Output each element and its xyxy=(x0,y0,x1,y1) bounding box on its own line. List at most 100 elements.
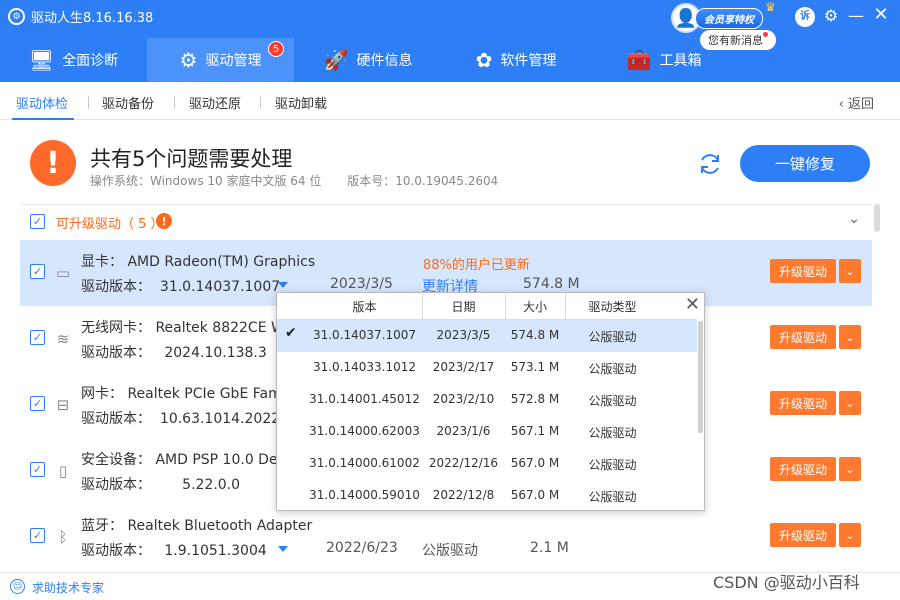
device-name: 无线网卡： Realtek 8822CE W xyxy=(81,320,285,336)
chevron-down-icon[interactable]: ⌄ xyxy=(839,325,861,349)
warning-icon: ! xyxy=(30,140,76,186)
nav-item-hardware-info[interactable]: 🚀 硬件信息 xyxy=(294,38,442,82)
option-version: 31.0.14001.45012 xyxy=(309,392,420,406)
option-version: 31.0.14033.1012 xyxy=(312,360,417,374)
option-size: 573.1 M xyxy=(510,360,560,374)
app-logo-icon: ⚙ xyxy=(8,8,25,25)
popup-scrollbar[interactable] xyxy=(698,321,703,433)
device-checkbox[interactable]: ✓ xyxy=(30,462,45,477)
tab-driver-check[interactable]: 驱动体检 xyxy=(16,93,68,112)
watermark: CSDN @驱动小百科 xyxy=(713,573,860,592)
upgrade-driver-button[interactable]: 升级驱动 xyxy=(770,523,836,547)
device-name: 安全设备： AMD PSP 10.0 De xyxy=(81,452,278,468)
driver-size: 574.8 M xyxy=(523,276,580,292)
device-checkbox[interactable]: ✓ xyxy=(30,396,45,411)
option-size: 567.0 M xyxy=(510,488,560,502)
upgradable-section-header[interactable]: ✓ 可升级驱动（ 5 ） ! ⌄ xyxy=(20,204,872,236)
version-option-row[interactable]: 31.0.14001.45012 2023/2/10 572.8 M 公版驱动 xyxy=(277,384,697,416)
chevron-down-icon[interactable]: ⌄ xyxy=(848,211,860,227)
complaint-button[interactable]: 诉 xyxy=(795,7,815,27)
option-size: 567.1 M xyxy=(510,424,560,438)
upgrade-driver-button[interactable]: 升级驱动 xyxy=(770,391,836,415)
version-option-row[interactable]: 31.0.14000.62003 2023/1/6 567.1 M 公版驱动 xyxy=(277,416,697,448)
version-option-row[interactable]: ✔ 31.0.14037.1007 2023/3/5 574.8 M 公版驱动 xyxy=(277,320,697,352)
option-version: 31.0.14037.1007 xyxy=(312,328,417,342)
option-type: 公版驱动 xyxy=(588,394,637,408)
version-option-row[interactable]: 31.0.14000.61002 2022/12/16 567.0 M 公版驱动 xyxy=(277,448,697,480)
version-option-row[interactable]: 31.0.14033.1012 2023/2/17 573.1 M 公版驱动 xyxy=(277,352,697,384)
refresh-icon[interactable] xyxy=(696,150,724,178)
bluetooth-icon: ᛒ xyxy=(58,528,68,546)
tab-driver-restore[interactable]: 驱动还原 xyxy=(189,93,241,112)
nav-item-toolbox[interactable]: 🧰 工具箱 xyxy=(590,38,738,82)
nav-badge: 5 xyxy=(268,41,284,57)
section-checkbox[interactable]: ✓ xyxy=(30,214,45,229)
tab-divider xyxy=(174,96,175,109)
toolbox-icon: 🧰 xyxy=(626,48,652,72)
column-header-version: 版本 xyxy=(352,300,377,314)
device-name: 显卡： AMD Radeon(TM) Graphics xyxy=(81,254,316,270)
close-icon[interactable]: ✕ xyxy=(871,4,891,25)
chevron-down-icon[interactable]: ⌄ xyxy=(839,457,861,481)
upgrade-driver-button[interactable]: 升级驱动 xyxy=(770,457,836,481)
close-icon[interactable]: ✕ xyxy=(685,294,700,315)
device-version: 驱动版本： 31.0.14037.1007 xyxy=(81,279,281,295)
help-expert-link[interactable]: 求助技术专家 xyxy=(32,579,104,596)
upgrade-driver-button[interactable]: 升级驱动 xyxy=(770,325,836,349)
minimize-icon[interactable]: — xyxy=(846,6,866,25)
upgrade-driver-button[interactable]: 升级驱动 xyxy=(770,259,836,283)
nav-item-diagnosis[interactable]: 🖥 全面诊断 xyxy=(0,38,147,82)
gear-icon: ⚙ xyxy=(179,48,198,72)
column-header-size: 大小 xyxy=(522,300,547,314)
wifi-icon: ≋ xyxy=(56,330,70,348)
option-size: 572.8 M xyxy=(510,392,560,406)
sub-tabs: 驱动体检 驱动备份 驱动还原 驱动卸载 ‹ 返回 xyxy=(0,82,900,120)
nav-item-driver-management[interactable]: ⚙ 驱动管理 5 xyxy=(147,38,294,82)
version-option-row[interactable]: 31.0.14000.59010 2022/12/8 567.0 M 公版驱动 xyxy=(277,480,697,512)
rocket-icon: 🚀 xyxy=(323,48,349,72)
section-label: 可升级驱动（ 5 ） xyxy=(56,217,164,232)
back-button[interactable]: ‹ 返回 xyxy=(839,93,874,112)
monitor-icon: 🖥 xyxy=(28,48,55,72)
chevron-left-icon: ‹ xyxy=(838,97,848,112)
option-version: 31.0.14000.62003 xyxy=(309,424,420,438)
column-header-type: 驱动类型 xyxy=(588,300,637,314)
vip-area[interactable]: 👤 会员享特权 ♛ xyxy=(671,0,776,33)
settings-icon[interactable]: ⚙ xyxy=(821,6,841,25)
device-checkbox[interactable]: ✓ xyxy=(30,264,45,279)
device-checkbox[interactable]: ✓ xyxy=(30,528,45,543)
tab-divider xyxy=(260,96,261,109)
nav-item-software-management[interactable]: ✿ 软件管理 xyxy=(442,38,590,82)
option-date: 2023/2/10 xyxy=(432,392,495,406)
chevron-down-icon[interactable]: ⌄ xyxy=(839,259,861,283)
app-title: ⚙ 驱动人生8.16.16.38 xyxy=(8,7,153,26)
crown-icon: ♛ xyxy=(765,0,776,14)
system-info: 操作系统：Windows 10 家庭中文版 64 位 版本号：10.0.1904… xyxy=(90,172,520,189)
version-dropdown-arrow-icon[interactable] xyxy=(278,282,288,288)
version-dropdown-arrow-icon[interactable] xyxy=(278,546,288,552)
one-click-fix-button[interactable]: 一键修复 xyxy=(740,145,870,182)
option-type: 公版驱动 xyxy=(588,458,637,472)
chevron-down-icon[interactable]: ⌄ xyxy=(839,523,861,547)
scrollbar[interactable] xyxy=(874,204,880,232)
help-expert-icon[interactable]: ☺ xyxy=(10,579,25,594)
device-checkbox[interactable]: ✓ xyxy=(30,330,45,345)
device-version: 驱动版本： 5.22.0.0 xyxy=(81,477,241,493)
option-date: 2022/12/8 xyxy=(432,488,495,502)
tab-driver-backup[interactable]: 驱动备份 xyxy=(102,93,154,112)
tab-driver-uninstall[interactable]: 驱动卸载 xyxy=(275,93,327,112)
main-nav: 🖥 全面诊断 ⚙ 驱动管理 5 🚀 硬件信息 ✿ 软件管理 🧰 工具箱 xyxy=(0,38,900,82)
os-version: 版本号：10.0.19045.2604 xyxy=(347,174,499,188)
driver-date: 2023/3/5 xyxy=(330,276,393,292)
nav-label: 软件管理 xyxy=(500,53,557,69)
option-date: 2023/1/6 xyxy=(436,424,491,438)
chevron-down-icon[interactable]: ⌄ xyxy=(839,391,861,415)
active-tab-underline xyxy=(12,118,74,120)
vip-pill[interactable]: 会员享特权 xyxy=(695,7,763,29)
device-name: 蓝牙： Realtek Bluetooth Adapter xyxy=(81,518,313,534)
display-card-icon: ▭ xyxy=(55,264,71,282)
option-size: 567.0 M xyxy=(510,456,560,470)
column-header-date: 日期 xyxy=(451,300,476,314)
info-warning-icon: ! xyxy=(156,213,172,229)
device-row: ✓ ᛒ 蓝牙： Realtek Bluetooth Adapter 驱动版本： … xyxy=(20,504,872,570)
